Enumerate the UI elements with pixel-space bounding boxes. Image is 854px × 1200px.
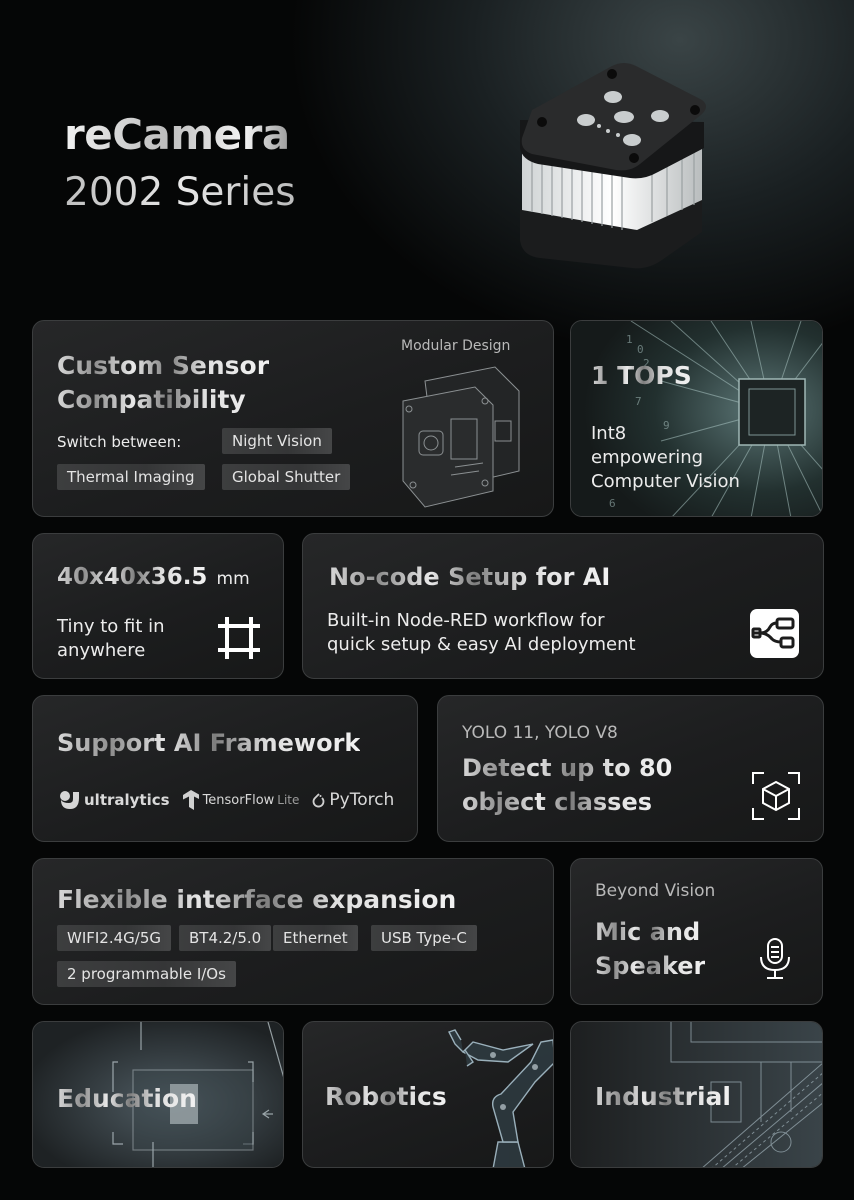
tag-wifi: WIFI2.4G/5G bbox=[57, 925, 172, 951]
desc-line: Int8 bbox=[591, 423, 627, 444]
industrial-label: Industrial bbox=[595, 1082, 731, 1111]
tag-usb-type-c: USB Type-C bbox=[371, 925, 477, 951]
education-label: Education bbox=[57, 1084, 197, 1113]
ai-framework-card: Support AI Framework ultralytics TensorF… bbox=[32, 695, 418, 842]
desc-line: quick setup & easy AI deployment bbox=[327, 634, 636, 655]
svg-text:6: 6 bbox=[609, 497, 616, 510]
product-title: reCamera bbox=[64, 110, 290, 159]
mic-speaker-card: Beyond Vision Mic and Speaker bbox=[570, 858, 823, 1005]
modular-design-caption: Modular Design bbox=[401, 338, 511, 354]
detection-title: Detect up to 80 object classes bbox=[462, 751, 672, 819]
tag-night-vision: Night Vision bbox=[222, 428, 332, 454]
switch-label: Switch between: bbox=[57, 433, 182, 451]
tag-global-shutter: Global Shutter bbox=[222, 464, 351, 490]
desc-line: empowering bbox=[591, 447, 704, 468]
title-line-1: Detect up to 80 bbox=[462, 754, 673, 782]
dimensions-value: 40x40x36.5 mm bbox=[57, 564, 250, 590]
robotics-label: Robotics bbox=[325, 1082, 447, 1111]
size-unit: mm bbox=[216, 569, 250, 589]
tensorflow-logo-icon bbox=[182, 790, 199, 810]
tops-title: 1 TOPS bbox=[591, 361, 692, 390]
framework-logos: ultralytics TensorFlow Lite PyTorch bbox=[59, 790, 394, 810]
interface-title: Flexible interface expansion bbox=[57, 885, 457, 914]
interface-expansion-card: Flexible interface expansion WIFI2.4G/5G… bbox=[32, 858, 554, 1005]
tops-card: 102796 1 TOPS Int8 empowering Computer V… bbox=[570, 320, 823, 517]
size-number: 40x40x36.5 bbox=[57, 564, 208, 590]
microphone-icon bbox=[760, 938, 790, 979]
education-card[interactable]: Education bbox=[32, 1021, 284, 1168]
title-line-2: Compatibility bbox=[57, 385, 246, 414]
desc-line: anywhere bbox=[57, 640, 146, 661]
ultralytics-logo-icon bbox=[60, 791, 79, 809]
title-line-1: Custom Sensor bbox=[57, 351, 270, 380]
industrial-card[interactable]: Industrial bbox=[570, 1021, 823, 1168]
dimensions-card: 40x40x36.5 mm Tiny to fit in anywhere bbox=[32, 533, 284, 679]
beyond-vision-kicker: Beyond Vision bbox=[595, 881, 716, 901]
no-code-setup-card: No-code Setup for AI Built-in Node-RED w… bbox=[302, 533, 824, 679]
node-red-icon bbox=[750, 609, 799, 658]
tag-ethernet: Ethernet bbox=[273, 925, 358, 951]
tensorflow-logo: TensorFlow Lite bbox=[182, 790, 300, 810]
svg-text:7: 7 bbox=[635, 395, 642, 408]
modular-board-icon bbox=[402, 366, 520, 508]
pytorch-label: PyTorch bbox=[329, 790, 395, 810]
nocode-description: Built-in Node-RED workflow for quick set… bbox=[327, 609, 636, 657]
size-description: Tiny to fit in anywhere bbox=[57, 615, 165, 663]
ultralytics-logo: ultralytics bbox=[59, 790, 170, 810]
camera-product-image bbox=[520, 63, 706, 269]
pytorch-logo: PyTorch bbox=[311, 790, 394, 810]
tag-programmable-io: 2 programmable I/Os bbox=[57, 961, 236, 987]
card-title: Custom Sensor Compatibility bbox=[57, 349, 269, 417]
desc-line: Tiny to fit in bbox=[57, 616, 165, 637]
ultralytics-label: ultralytics bbox=[84, 791, 170, 809]
title-line-1: Mic and bbox=[595, 918, 701, 946]
svg-text:0: 0 bbox=[637, 343, 644, 356]
product-series: 2002 Series bbox=[64, 170, 296, 215]
title-line-2: Speaker bbox=[595, 952, 706, 980]
desc-line: Computer Vision bbox=[591, 471, 740, 492]
svg-text:1: 1 bbox=[626, 333, 633, 346]
mic-title: Mic and Speaker bbox=[595, 915, 705, 983]
object-detection-card: YOLO 11, YOLO V8 Detect up to 80 object … bbox=[437, 695, 824, 842]
tag-thermal-imaging: Thermal Imaging bbox=[57, 464, 205, 490]
yolo-versions: YOLO 11, YOLO V8 bbox=[462, 723, 618, 743]
nocode-title: No-code Setup for AI bbox=[329, 563, 611, 591]
tensorflow-suffix: Lite bbox=[277, 793, 300, 807]
pytorch-logo-icon bbox=[313, 793, 325, 808]
tag-bluetooth: BT4.2/5.0 bbox=[179, 925, 272, 951]
framework-title: Support AI Framework bbox=[57, 729, 361, 757]
tops-description: Int8 empowering Computer Vision bbox=[591, 422, 740, 494]
tensorflow-label: TensorFlow bbox=[202, 792, 275, 808]
robotics-card[interactable]: Robotics bbox=[302, 1021, 554, 1168]
custom-sensor-card: Custom Sensor Compatibility Switch betwe… bbox=[32, 320, 554, 517]
desc-line: Built-in Node-RED workflow for bbox=[327, 610, 605, 631]
frame-icon bbox=[218, 617, 260, 659]
3d-object-scan-icon bbox=[752, 772, 800, 820]
title-line-2: object classes bbox=[462, 788, 653, 816]
